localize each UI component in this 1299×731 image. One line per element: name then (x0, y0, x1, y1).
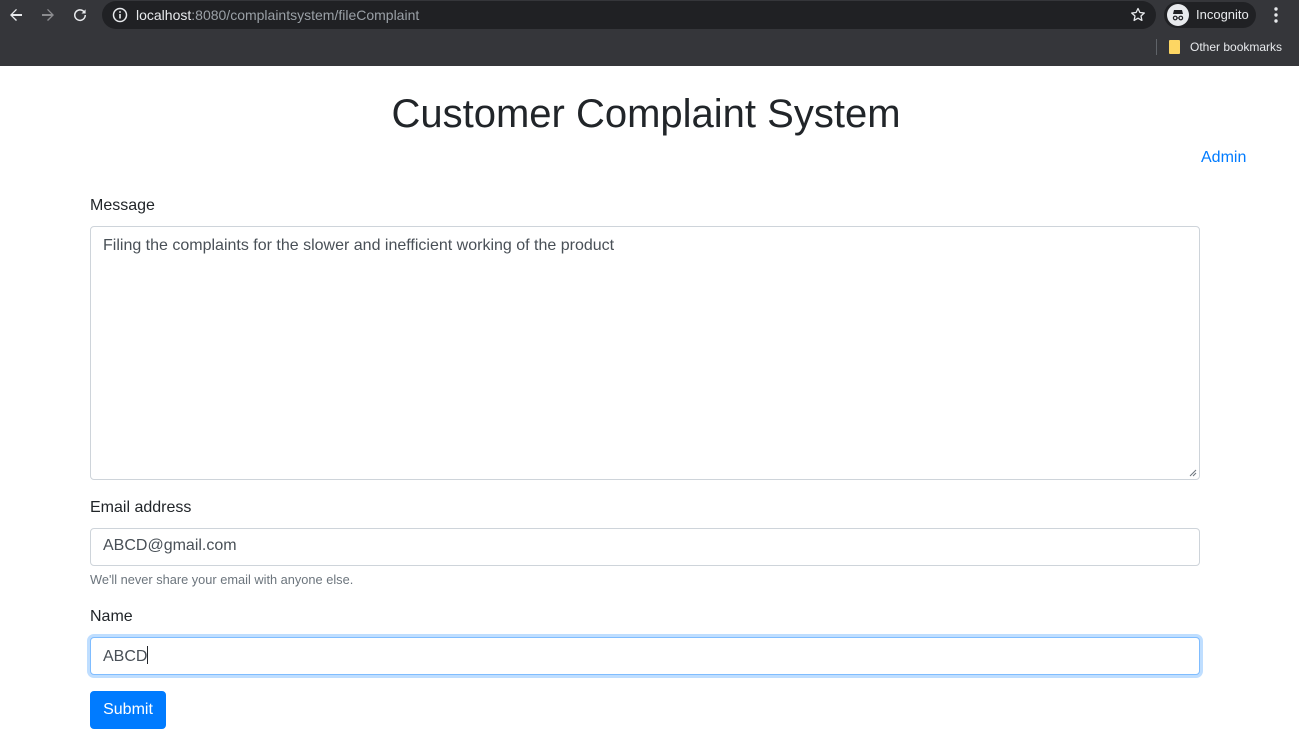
folder-icon (1169, 40, 1180, 54)
admin-link[interactable]: Admin (1201, 149, 1246, 167)
message-value: Filing the complaints for the slower and… (103, 237, 615, 254)
other-bookmarks[interactable]: Other bookmarks (1190, 40, 1282, 54)
incognito-profile-button[interactable]: Incognito (1164, 2, 1256, 28)
browser-toolbar: localhost:8080/complaintsystem/fileCompl… (0, 0, 1299, 30)
message-textarea[interactable]: Filing the complaints for the slower and… (90, 226, 1200, 480)
forward-icon[interactable] (37, 4, 59, 26)
url-host: localhost (136, 7, 192, 23)
address-bar[interactable]: localhost:8080/complaintsystem/fileCompl… (102, 1, 1156, 29)
reload-icon[interactable] (69, 4, 91, 26)
back-icon[interactable] (5, 4, 27, 26)
star-icon[interactable] (1130, 7, 1146, 23)
menu-icon[interactable] (1266, 5, 1286, 25)
url-path: :8080/complaintsystem/fileComplaint (191, 7, 420, 23)
resize-grip-icon[interactable] (1189, 469, 1197, 477)
name-field[interactable]: ABCD (90, 637, 1200, 675)
message-label: Message (90, 197, 155, 214)
text-caret (147, 646, 149, 664)
email-label: Email address (90, 499, 192, 516)
info-icon[interactable] (112, 7, 128, 23)
profile-label: Incognito (1196, 7, 1249, 22)
submit-button[interactable]: Submit (90, 691, 166, 729)
email-field[interactable]: ABCD@gmail.com (90, 528, 1200, 566)
email-value: ABCD@gmail.com (103, 537, 237, 554)
url-text[interactable]: localhost:8080/complaintsystem/fileCompl… (136, 7, 419, 23)
browser-chrome: localhost:8080/complaintsystem/fileCompl… (0, 0, 1299, 66)
bookmarks-separator (1156, 39, 1157, 55)
email-help-text: We'll never share your email with anyone… (90, 572, 354, 587)
incognito-icon (1167, 4, 1189, 26)
bookmarks-bar: Other bookmarks (0, 34, 1299, 62)
name-label: Name (90, 608, 133, 625)
page-title: Customer Complaint System (391, 92, 901, 136)
name-value: ABCD (103, 648, 148, 665)
